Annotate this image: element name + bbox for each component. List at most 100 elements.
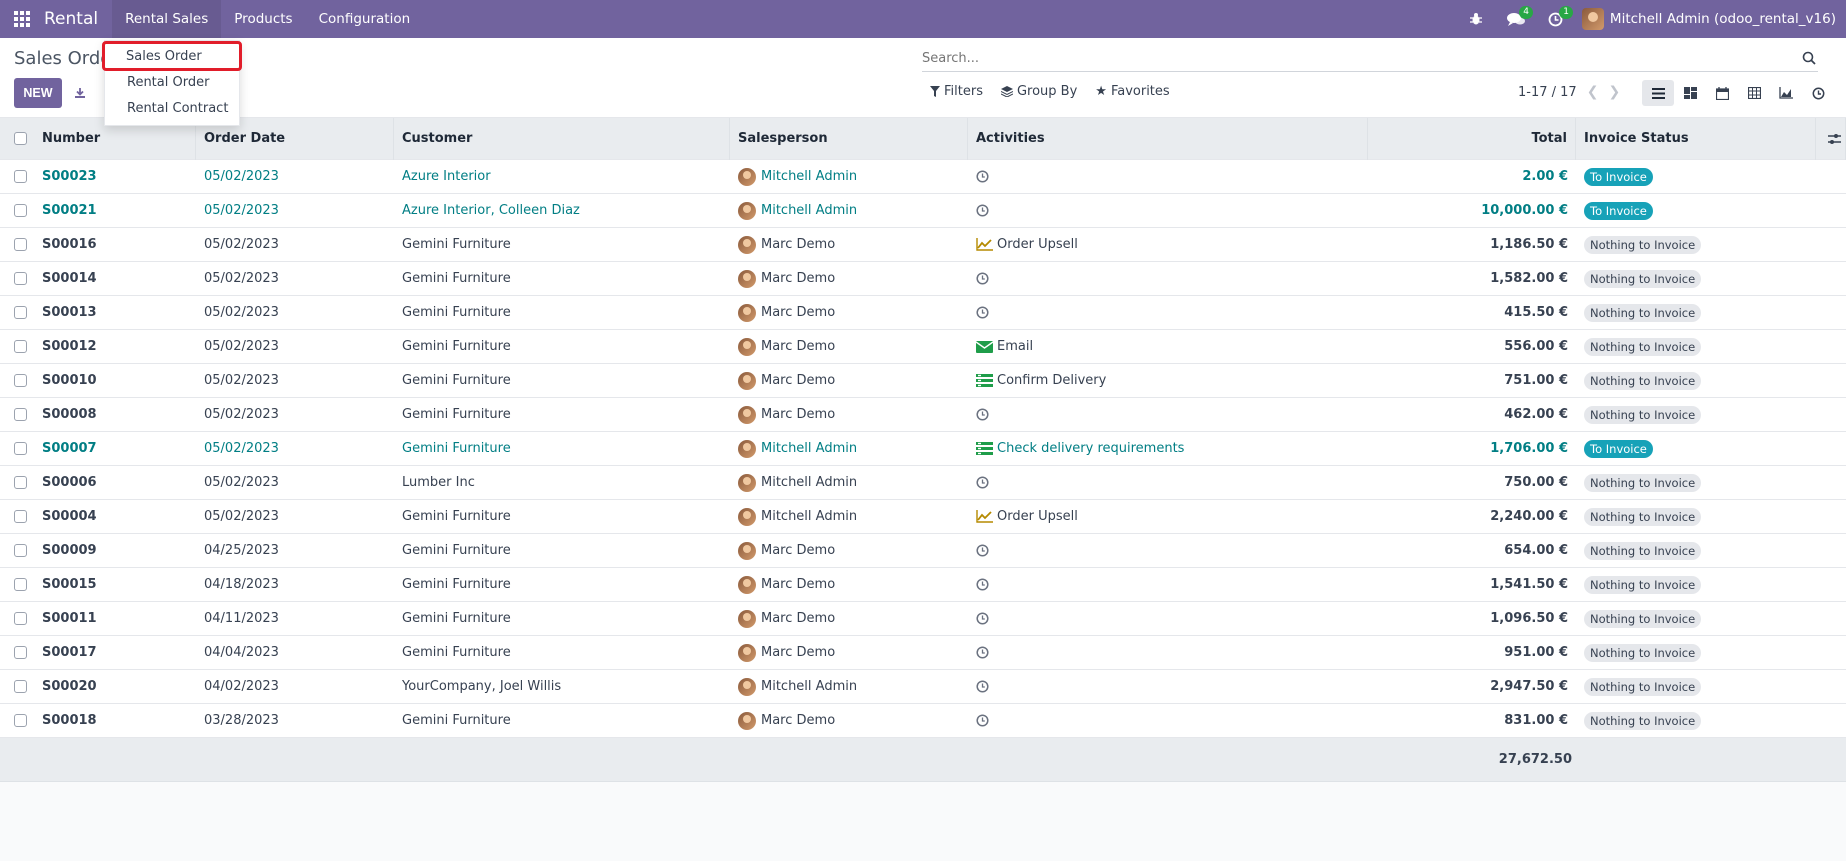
order-number[interactable]: S00012: [34, 339, 196, 354]
order-number[interactable]: S00014: [34, 271, 196, 286]
customer[interactable]: Gemini Furniture: [394, 611, 730, 626]
download-icon[interactable]: [70, 82, 90, 104]
activity-cell[interactable]: [968, 204, 1368, 217]
table-row[interactable]: S00014 05/02/2023 Gemini Furniture Marc Dem…: [0, 262, 1846, 296]
order-date[interactable]: 03/28/2023: [196, 713, 394, 728]
activity-cell[interactable]: [968, 714, 1368, 727]
clock-icon[interactable]: [976, 714, 989, 727]
table-row[interactable]: S00007 05/02/2023 Gemini Furniture Mitchell…: [0, 432, 1846, 466]
order-number[interactable]: S00009: [34, 543, 196, 558]
salesperson-cell[interactable]: Marc Demo: [730, 371, 968, 390]
salesperson-cell[interactable]: Marc Demo: [730, 643, 968, 662]
row-checkbox[interactable]: [14, 340, 27, 353]
favorites-toggle[interactable]: ★ Favorites: [1095, 84, 1169, 99]
filters-toggle[interactable]: Filters: [930, 84, 983, 99]
customer[interactable]: Gemini Furniture: [394, 237, 730, 252]
salesperson-cell[interactable]: Marc Demo: [730, 609, 968, 628]
kanban-view-icon[interactable]: [1674, 80, 1706, 106]
table-row[interactable]: S00021 05/02/2023 Azure Interior, Colleen …: [0, 194, 1846, 228]
list-view-icon[interactable]: [1642, 80, 1674, 106]
order-number[interactable]: S00010: [34, 373, 196, 388]
clock-icon[interactable]: [976, 204, 989, 217]
order-date[interactable]: 05/02/2023: [196, 237, 394, 252]
activity-cell[interactable]: [968, 544, 1368, 557]
pager-value[interactable]: 1-17 / 17: [1518, 85, 1577, 100]
customer[interactable]: YourCompany, Joel Willis: [394, 679, 730, 694]
clock-icon[interactable]: [976, 680, 989, 693]
order-number[interactable]: S00007: [34, 441, 196, 456]
row-checkbox[interactable]: [14, 170, 27, 183]
order-date[interactable]: 04/18/2023: [196, 577, 394, 592]
email-envelope-icon[interactable]: [976, 340, 993, 353]
row-checkbox[interactable]: [14, 544, 27, 557]
salesperson-cell[interactable]: Mitchell Admin: [730, 677, 968, 696]
clock-icon[interactable]: [976, 612, 989, 625]
clock-icon[interactable]: [976, 272, 989, 285]
order-date[interactable]: 04/04/2023: [196, 645, 394, 660]
clock-icon[interactable]: [976, 544, 989, 557]
order-date[interactable]: 05/02/2023: [196, 169, 394, 184]
table-row[interactable]: S00008 05/02/2023 Gemini Furniture Marc Dem…: [0, 398, 1846, 432]
customer[interactable]: Azure Interior: [394, 169, 730, 184]
clock-icon[interactable]: [976, 306, 989, 319]
order-number[interactable]: S00018: [34, 713, 196, 728]
activity-cell[interactable]: [968, 578, 1368, 591]
customer[interactable]: Gemini Furniture: [394, 373, 730, 388]
activity-cell[interactable]: [968, 646, 1368, 659]
clock-icon[interactable]: [976, 408, 989, 421]
calendar-view-icon[interactable]: [1706, 80, 1738, 106]
activity-cell[interactable]: Check delivery requirements: [968, 441, 1368, 456]
task-list-icon[interactable]: [976, 374, 993, 387]
dropdown-item-sales-order[interactable]: Sales Order: [102, 41, 242, 71]
table-row[interactable]: S00020 04/02/2023 YourCompany, Joel Willis…: [0, 670, 1846, 704]
menu-configuration[interactable]: Configuration: [306, 0, 424, 38]
order-number[interactable]: S00004: [34, 509, 196, 524]
customer[interactable]: Gemini Furniture: [394, 305, 730, 320]
activity-cell[interactable]: Confirm Delivery: [968, 373, 1368, 388]
table-row[interactable]: S00018 03/28/2023 Gemini Furniture Marc Dem…: [0, 704, 1846, 738]
row-checkbox[interactable]: [14, 238, 27, 251]
order-date[interactable]: 05/02/2023: [196, 509, 394, 524]
customer[interactable]: Gemini Furniture: [394, 271, 730, 286]
order-date[interactable]: 05/02/2023: [196, 271, 394, 286]
customer[interactable]: Azure Interior, Colleen Diaz: [394, 203, 730, 218]
app-brand[interactable]: Rental: [44, 9, 98, 29]
activity-view-icon[interactable]: [1802, 80, 1834, 106]
upsell-chart-icon[interactable]: [976, 238, 993, 251]
activity-cell[interactable]: [968, 680, 1368, 693]
row-checkbox[interactable]: [14, 476, 27, 489]
customer[interactable]: Gemini Furniture: [394, 407, 730, 422]
clock-icon[interactable]: [976, 170, 989, 183]
table-row[interactable]: S00013 05/02/2023 Gemini Furniture Marc Dem…: [0, 296, 1846, 330]
search-input[interactable]: [922, 51, 1818, 66]
activity-cell[interactable]: [968, 612, 1368, 625]
clock-icon[interactable]: [976, 646, 989, 659]
pager-next-icon[interactable]: ❯: [1608, 84, 1620, 100]
table-row[interactable]: S00010 05/02/2023 Gemini Furniture Marc Dem…: [0, 364, 1846, 398]
pager-previous-icon[interactable]: ❮: [1587, 84, 1599, 100]
customer[interactable]: Gemini Furniture: [394, 509, 730, 524]
row-checkbox[interactable]: [14, 680, 27, 693]
activities-clock-icon[interactable]: 1: [1536, 0, 1576, 38]
order-date[interactable]: 04/25/2023: [196, 543, 394, 558]
header-activities[interactable]: Activities: [968, 117, 1368, 160]
order-date[interactable]: 04/11/2023: [196, 611, 394, 626]
salesperson-cell[interactable]: Mitchell Admin: [730, 439, 968, 458]
customer[interactable]: Gemini Furniture: [394, 713, 730, 728]
table-row[interactable]: S00016 05/02/2023 Gemini Furniture Marc Dem…: [0, 228, 1846, 262]
activity-cell[interactable]: Order Upsell: [968, 237, 1368, 252]
table-row[interactable]: S00006 05/02/2023 Lumber Inc Mitchell Admin…: [0, 466, 1846, 500]
activity-cell[interactable]: [968, 272, 1368, 285]
order-date[interactable]: 05/02/2023: [196, 339, 394, 354]
row-checkbox[interactable]: [14, 714, 27, 727]
customer[interactable]: Gemini Furniture: [394, 441, 730, 456]
row-checkbox[interactable]: [14, 272, 27, 285]
user-menu[interactable]: Mitchell Admin (odoo_rental_v16): [1576, 8, 1836, 30]
optional-columns-icon[interactable]: [1816, 117, 1846, 160]
order-date[interactable]: 04/02/2023: [196, 679, 394, 694]
clock-icon[interactable]: [976, 476, 989, 489]
salesperson-cell[interactable]: Marc Demo: [730, 541, 968, 560]
order-date[interactable]: 05/02/2023: [196, 441, 394, 456]
header-salesperson[interactable]: Salesperson: [730, 117, 968, 160]
table-row[interactable]: S00015 04/18/2023 Gemini Furniture Marc Dem…: [0, 568, 1846, 602]
